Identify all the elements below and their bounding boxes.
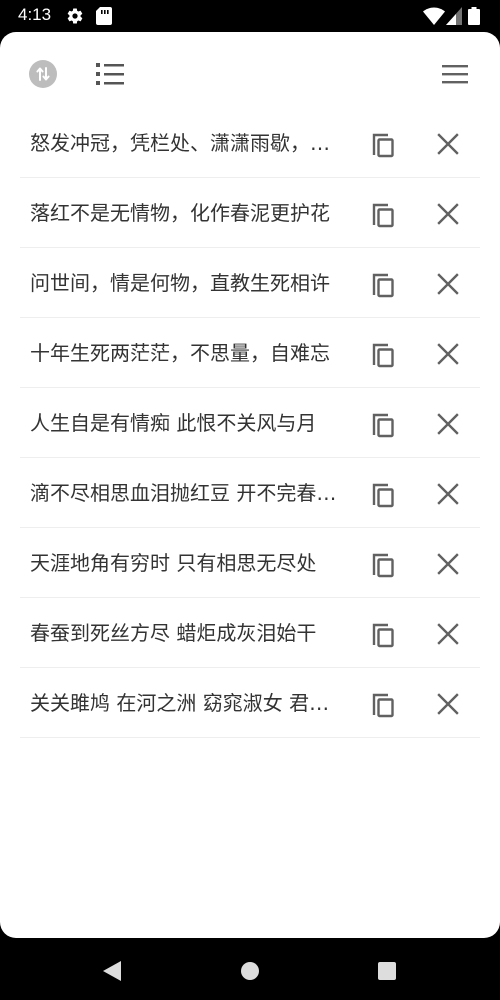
close-icon[interactable] — [428, 404, 468, 444]
copy-icon[interactable] — [362, 124, 402, 164]
copy-icon[interactable] — [362, 544, 402, 584]
sd-card-icon — [96, 7, 112, 29]
clip-text: 十年生死两茫茫，不思量，自难忘 — [30, 341, 330, 365]
clip-text: 落红不是无情物，化作春泥更护花 — [30, 201, 330, 225]
status-bar: 4:13 — [0, 0, 500, 32]
list-item[interactable]: 关关雎鸠 在河之洲 窈窕淑女 君子好逑 — [20, 668, 480, 738]
close-icon[interactable] — [428, 334, 468, 374]
clip-text: 滴不尽相思血泪抛红豆 开不完春柳春花满画楼 — [30, 481, 340, 505]
close-icon[interactable] — [428, 194, 468, 234]
clip-text: 人生自是有情痴 此恨不关风与月 — [30, 411, 317, 435]
sort-circle-icon[interactable] — [23, 54, 63, 94]
cellular-signal-icon — [446, 7, 462, 29]
list-item[interactable]: 十年生死两茫茫，不思量，自难忘 — [20, 318, 480, 388]
list-item[interactable]: 天涯地角有穷时 只有相思无尽处 — [20, 528, 480, 598]
clip-text: 天涯地角有穷时 只有相思无尽处 — [30, 551, 317, 575]
copy-icon[interactable] — [362, 194, 402, 234]
list-icon[interactable] — [90, 54, 130, 94]
copy-icon[interactable] — [362, 404, 402, 444]
copy-icon[interactable] — [362, 474, 402, 514]
menu-icon[interactable] — [435, 54, 475, 94]
battery-icon — [468, 7, 480, 29]
list-item[interactable]: 怒发冲冠，凭栏处、潇潇雨歇，抬望眼、仰天长啸，壮怀激烈 — [20, 108, 480, 178]
close-icon[interactable] — [428, 474, 468, 514]
back-icon[interactable] — [97, 956, 127, 986]
navigation-bar — [0, 938, 500, 1000]
copy-icon[interactable] — [362, 264, 402, 304]
copy-icon[interactable] — [362, 334, 402, 374]
list-item[interactable]: 滴不尽相思血泪抛红豆 开不完春柳春花满画楼 — [20, 458, 480, 528]
close-icon[interactable] — [428, 614, 468, 654]
close-icon[interactable] — [428, 684, 468, 724]
close-icon[interactable] — [428, 264, 468, 304]
gear-icon — [66, 7, 84, 29]
clipboard-panel: 怒发冲冠，凭栏处、潇潇雨歇，抬望眼、仰天长啸，壮怀激烈 落红不是无情物，化作春泥… — [0, 32, 500, 938]
list-item[interactable]: 人生自是有情痴 此恨不关风与月 — [20, 388, 480, 458]
home-icon[interactable] — [235, 956, 265, 986]
list-item[interactable]: 春蚕到死丝方尽 蜡炬成灰泪始干 — [20, 598, 480, 668]
clip-text: 问世间，情是何物，直教生死相许 — [30, 271, 330, 295]
clip-text: 春蚕到死丝方尽 蜡炬成灰泪始干 — [30, 621, 317, 645]
close-icon[interactable] — [428, 544, 468, 584]
clipboard-list: 怒发冲冠，凭栏处、潇潇雨歇，抬望眼、仰天长啸，壮怀激烈 落红不是无情物，化作春泥… — [20, 108, 480, 738]
close-icon[interactable] — [428, 124, 468, 164]
list-item[interactable]: 落红不是无情物，化作春泥更护花 — [20, 178, 480, 248]
copy-icon[interactable] — [362, 614, 402, 654]
clip-text: 怒发冲冠，凭栏处、潇潇雨歇，抬望眼、仰天长啸，壮怀激烈 — [30, 131, 340, 155]
recents-icon[interactable] — [372, 956, 402, 986]
wifi-icon — [423, 7, 445, 29]
status-time: 4:13 — [18, 5, 52, 24]
toolbar — [0, 32, 500, 112]
clip-text: 关关雎鸠 在河之洲 窈窕淑女 君子好逑 — [30, 691, 340, 715]
copy-icon[interactable] — [362, 684, 402, 724]
list-item[interactable]: 问世间，情是何物，直教生死相许 — [20, 248, 480, 318]
